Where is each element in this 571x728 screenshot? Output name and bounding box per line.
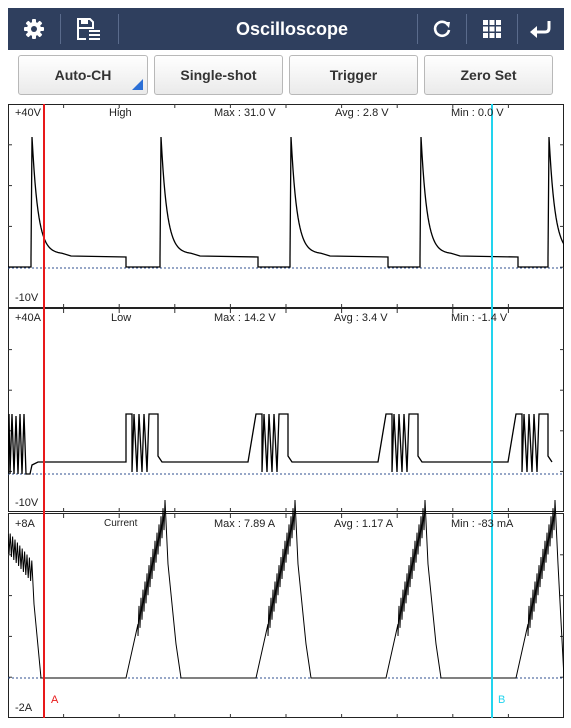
ch3-bottom-scale: -2A (15, 702, 33, 714)
ch3-max: Max : 7.89 A (214, 518, 276, 530)
save-list-button[interactable] (61, 8, 117, 50)
ch1-avg: Avg : 2.8 V (335, 107, 389, 119)
ch3-top-scale: +8A (15, 518, 35, 530)
auto-ch-label: Auto-CH (54, 67, 112, 83)
single-shot-button[interactable]: Single-shot (154, 55, 283, 95)
back-button[interactable] (518, 8, 564, 50)
tick-marks (8, 104, 564, 718)
ch2-min: Min : -1.4 V (451, 312, 508, 324)
ch3-min: Min : -83 mA (451, 518, 514, 530)
header-separator (118, 14, 119, 44)
zero-set-button[interactable]: Zero Set (424, 55, 553, 95)
scope-display[interactable]: +40V High Max : 31.0 V Avg : 2.8 V Min :… (8, 104, 564, 718)
trigger-button[interactable]: Trigger (289, 55, 418, 95)
gear-icon (24, 19, 44, 39)
ch3-avg: Avg : 1.17 A (334, 518, 394, 530)
ch1-min: Min : 0.0 V (451, 107, 504, 119)
panel-frame (8, 104, 564, 308)
waveform-low (8, 413, 553, 475)
dropdown-corner-icon (132, 79, 143, 90)
refresh-button[interactable] (418, 8, 466, 50)
ch2-max: Max : 14.2 V (214, 312, 276, 324)
auto-ch-button[interactable]: Auto-CH (18, 55, 148, 95)
ch2-bottom-scale: -10V (15, 497, 39, 509)
zero-set-label: Zero Set (460, 67, 517, 83)
ch1-name: High (109, 107, 132, 119)
settings-button[interactable] (8, 8, 60, 50)
ch1-bottom-scale: -10V (15, 292, 39, 304)
app-title: Oscilloscope (235, 19, 349, 39)
grid-button[interactable] (467, 8, 517, 50)
back-icon (530, 21, 551, 38)
panel-frame (8, 308, 564, 512)
ch1-max: Max : 31.0 V (214, 107, 276, 119)
refresh-icon (433, 20, 451, 38)
trigger-label: Trigger (329, 67, 378, 83)
ch1-top-scale: +40V (15, 107, 41, 119)
waveform-high (8, 136, 564, 268)
ch2-top-scale: +40A (15, 312, 41, 324)
ch2-name: Low (111, 312, 132, 324)
ch3-name: Current (104, 518, 138, 529)
ch2-avg: Avg : 3.4 V (334, 312, 388, 324)
save-list-icon (77, 18, 100, 40)
cursor-a-label: A (51, 694, 59, 706)
scope-graph (8, 104, 564, 718)
cursor-b-label: B (498, 694, 506, 706)
single-shot-label: Single-shot (180, 67, 257, 83)
scope-toolbar: Auto-CH Single-shot Trigger Zero Set (8, 50, 564, 102)
grid-icon (483, 20, 501, 38)
app-header: Oscilloscope (8, 8, 564, 50)
panel-frame (8, 513, 564, 718)
